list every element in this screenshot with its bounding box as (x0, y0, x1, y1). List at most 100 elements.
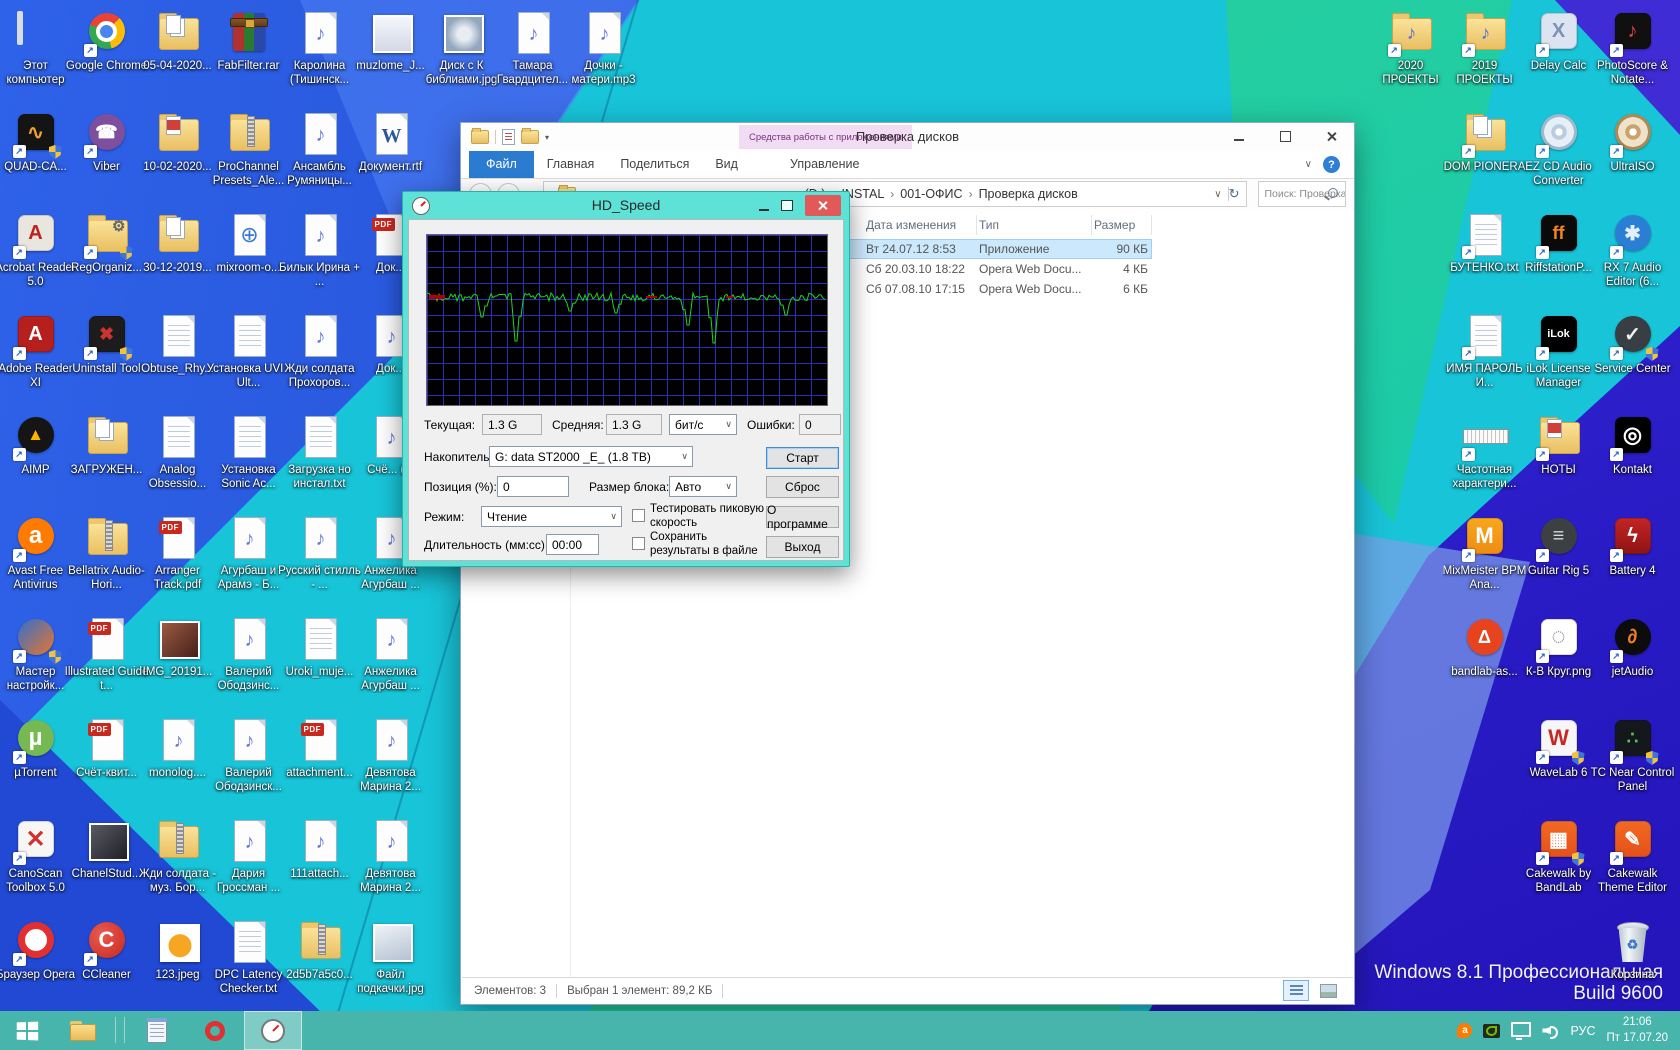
help-icon[interactable]: ? (1323, 156, 1340, 173)
desktop-icon-ccleaner[interactable]: C↗CCleaner (71, 917, 142, 982)
tab-поделиться[interactable]: Поделиться (607, 151, 702, 178)
desktop-icon-русский-стилль[interactable]: Русский стилль - ... (284, 513, 355, 592)
taskbar-opera[interactable] (186, 1011, 244, 1050)
taskbar-hd-speed[interactable] (244, 1011, 302, 1050)
desktop-icon-kontakt[interactable]: ◎↗Kontakt (1597, 412, 1668, 477)
desktop-icon-дочки-матери-mp3[interactable]: Дочки - матери.mp3 (568, 8, 639, 87)
desktop-icon-riffstationp[interactable]: ff↗RiffstationP... (1523, 210, 1594, 275)
thumbnail-view-button[interactable] (1315, 980, 1341, 1001)
test-peak-checkbox[interactable] (632, 509, 645, 522)
position-input[interactable]: 0 (497, 476, 569, 497)
blocksize-select[interactable]: Авто (669, 476, 737, 497)
desktop-icon-cakewalk-theme-editor[interactable]: ✎↗Cakewalk Theme Editor (1597, 816, 1668, 895)
current-value-field[interactable]: 1.3 G (482, 414, 542, 435)
column-header-size[interactable]: Размер (1092, 215, 1152, 235)
desktop-icon-dpc-latency-checker-txt[interactable]: DPC Latency Checker.txt (213, 917, 284, 996)
desktop-icon-анжелика-агурбаш[interactable]: Анжелика Агурбаш ... (355, 614, 426, 693)
close-button[interactable] (1318, 127, 1344, 145)
desktop-icon-photoscore-notate[interactable]: ♪↗PhotoScore & Notate... (1597, 8, 1668, 87)
desktop-icon-adobe-reader-xi[interactable]: A↗Adobe Reader XI (0, 311, 71, 390)
desktop-icon-obtuse-rhy[interactable]: Obtuse_Rhy... (142, 311, 213, 376)
column-header-date[interactable]: Дата изменения (864, 215, 977, 235)
desktop-icon-acrobat-reader-5-0[interactable]: A↗Acrobat Reader 5.0 (0, 210, 71, 289)
desktop-icon-cakewalk-by-bandlab[interactable]: ▦↗Cakewalk by BandLab (1523, 816, 1594, 895)
desktop-icon-файл-подкачки-jpg[interactable]: Файл подкачки.jpg (355, 917, 426, 996)
desktop-icon-ансамбль-румяницы[interactable]: Ансамбль Румяницы... (284, 109, 355, 188)
desktop-icon-загружен[interactable]: ЗАГРУЖЕН... (71, 412, 142, 477)
desktop-icon-aimp[interactable]: ▲↗AIMP (0, 412, 71, 477)
desktop-icon-arranger-track-pdf[interactable]: Arranger Track.pdf (142, 513, 213, 592)
desktop-icon-quad-ca[interactable]: ∿↗QUAD-CA... (0, 109, 71, 174)
desktop-icon-девятова-марина-2[interactable]: Девятова Марина 2... (355, 816, 426, 895)
desktop-icon-ilok-license-manager[interactable]: iLok↗iLok License Manager (1523, 311, 1594, 390)
column-header-type[interactable]: Тип (977, 215, 1092, 235)
desktop-icon-avast-free-antivirus[interactable]: a↗Avast Free Antivirus (0, 513, 71, 592)
taskbar-notepad[interactable] (128, 1011, 186, 1050)
desktop-icon-жди-солдата-муз-бор[interactable]: Жди солдата - муз. Бор... (142, 816, 213, 895)
desktop-icon-диск-с-к-библиами-jpg[interactable]: Диск с К библиами.jpg (426, 8, 497, 87)
desktop-icon-monolog[interactable]: monolog.... (142, 715, 213, 780)
details-view-button[interactable] (1283, 980, 1309, 1001)
explorer-titlebar[interactable]: ▾ Средства работы с приложениями Проверк… (461, 123, 1354, 151)
desktop-icon-документ-rtf[interactable]: Документ.rtf (355, 109, 426, 174)
desktop-icon-установка-uvi-ult[interactable]: Установка UVI - Ult... (213, 311, 284, 390)
start-button[interactable]: Старт (766, 447, 839, 469)
desktop-icon-ez-cd-audio-converter[interactable]: ↗EZ CD Audio Converter (1523, 109, 1594, 188)
reset-button[interactable]: Сброс (766, 476, 839, 498)
desktop-icon-30-12-2019[interactable]: 30-12-2019... (142, 210, 213, 275)
desktop-icon-валерий-ободзинс[interactable]: Валерий Ободзинс... (213, 614, 284, 693)
desktop-icon-мастер-настройк[interactable]: ↗Мастер настройк... (0, 614, 71, 693)
desktop-icon-дария-гроссман[interactable]: Дария Гроссман ... (213, 816, 284, 895)
desktop-icon-2020-проекты[interactable]: ↗2020 ПРОЕКТЫ (1375, 8, 1446, 87)
breadcrumb-item[interactable]: 001-ОФИС (900, 187, 962, 201)
desktop-icon-установка-sonic-ac[interactable]: Установка Sonic Ac... (213, 412, 284, 491)
desktop-icon-mixmeister-bpm-ana[interactable]: M↗MixMeister BPM Ana... (1449, 513, 1520, 592)
desktop-icon-счёт-квит[interactable]: Счёт-квит... (71, 715, 142, 780)
mode-select[interactable]: Чтение (481, 506, 622, 527)
drive-select[interactable]: G: data ST2000 _E_ (1.8 TB) (489, 446, 693, 467)
avast-tray-icon[interactable] (1457, 1023, 1472, 1038)
desktop-icon-bandlab-as[interactable]: Δbandlab-as... (1449, 614, 1520, 679)
taskbar-file-explorer[interactable] (54, 1011, 112, 1050)
desktop-icon-torrent[interactable]: µ↗µTorrent (0, 715, 71, 780)
about-button[interactable]: О программе (766, 506, 839, 528)
desktop-icon-wavelab-6[interactable]: W↗WaveLab 6 (1523, 715, 1594, 780)
network-tray-icon[interactable] (1511, 1022, 1531, 1037)
desktop-icon-analog-obsessio[interactable]: Analog Obsessio... (142, 412, 213, 491)
desktop-icon-111attach[interactable]: 111attach... (284, 816, 355, 881)
desktop-icon-ноты[interactable]: ↗НОТЫ (1523, 412, 1594, 477)
desktop-icon-attachment[interactable]: attachment... (284, 715, 355, 780)
exit-button[interactable]: Выход (766, 536, 839, 558)
desktop-icon-regorganiz[interactable]: ↗RegOrganiz... (71, 210, 142, 275)
nvidia-tray-icon[interactable] (1483, 1024, 1500, 1038)
desktop-icon-к-в-круг-png[interactable]: ◌↗К-В Круг.png (1523, 614, 1594, 679)
desktop-icon-jetaudio[interactable]: ∂↗jetAudio (1597, 614, 1668, 679)
average-value-field[interactable]: 1.3 G (606, 414, 662, 435)
desktop-icon-img-20191[interactable]: IMG_20191... (142, 614, 213, 679)
maximize-button[interactable] (1272, 127, 1298, 145)
desktop-icon-девятова-марина-2[interactable]: Девятова Марина 2... (355, 715, 426, 794)
hdspeed-titlebar[interactable]: HD_Speed (403, 192, 849, 219)
errors-value-field[interactable]: 0 (799, 414, 841, 435)
desktop-icon-chanelstud[interactable]: ChanelStud... (71, 816, 142, 881)
desktop-icon-2019-проекты[interactable]: ↗2019 ПРОЕКТЫ (1449, 8, 1520, 87)
duration-input[interactable]: 00:00 (546, 534, 599, 555)
desktop-icon-частотная-характери[interactable]: ↗Частотная характери... (1449, 412, 1520, 491)
desktop-icon-rx-7-audio-editor-6[interactable]: ✱↗RX 7 Audio Editor (6... (1597, 210, 1668, 289)
desktop-icon-guitar-rig-5[interactable]: ≡↗Guitar Rig 5 (1523, 513, 1594, 578)
desktop-icon-prochannel-presets-ale[interactable]: ProChannel Presets_Ale... (213, 109, 284, 188)
desktop-icon-123-jpeg[interactable]: 123.jpeg (142, 917, 213, 982)
desktop-icon-muzlome-j[interactable]: muzlome_J... (355, 8, 426, 73)
desktop-icon-валерий-ободзинск[interactable]: Валерий Ободзинск... (213, 715, 284, 794)
desktop-icon-battery-4[interactable]: ϟ↗Battery 4 (1597, 513, 1668, 578)
desktop-icon-каролина-тишинск[interactable]: Каролина (Тишинск... (284, 8, 355, 87)
save-results-checkbox[interactable] (632, 537, 645, 550)
desktop-icon-uroki-muje[interactable]: Uroki_muje... (284, 614, 355, 679)
desktop-icon-этот-компьютер[interactable]: Этот компьютер (0, 8, 71, 87)
taskbar-clock[interactable]: 21:06 Пт 17.07.20 (1607, 1015, 1669, 1046)
desktop-icon-canoscan-toolbox-5-0[interactable]: ✕↗CanoScan Toolbox 5.0 (0, 816, 71, 895)
desktop-icon-2d5b7a5c0[interactable]: 2d5b7a5c0... (284, 917, 355, 982)
tab-главная[interactable]: Главная (534, 151, 608, 178)
desktop-icon-illustrated-guide-t[interactable]: Illustrated Guide t... (71, 614, 142, 693)
volume-tray-icon[interactable] (1542, 1024, 1559, 1038)
